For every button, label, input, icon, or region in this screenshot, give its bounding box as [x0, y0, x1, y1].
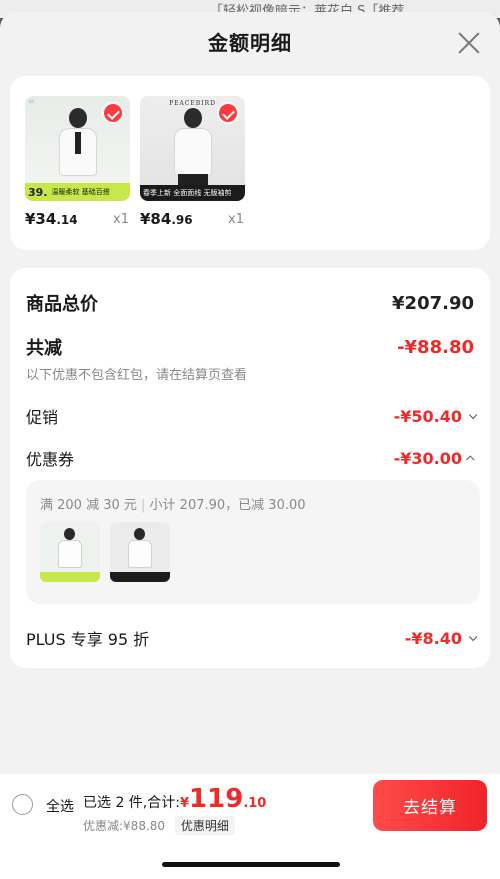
- total-currency: ¥: [179, 796, 190, 811]
- discount-detail-button[interactable]: 优惠明细: [174, 816, 235, 835]
- order-summary: 已选 2 件,合计:¥119.10: [83, 784, 266, 814]
- discount-row: 共减 -¥88.80: [26, 334, 474, 360]
- promo-value-wrap[interactable]: -¥50.40: [393, 406, 478, 426]
- plus-label: PLUS 专享 95 折: [26, 630, 150, 649]
- product-quantity: x1: [228, 212, 244, 227]
- selected-count-text: 已选 2 件,合计:: [83, 795, 180, 811]
- coupon-rule-line: 满 200 减 30 元 | 小计 207.90，已减 30.00: [40, 494, 306, 513]
- chevron-down-icon: [468, 632, 478, 642]
- coupon-value: -¥30.00: [393, 448, 462, 468]
- plus-value-wrap[interactable]: -¥8.40: [404, 628, 478, 648]
- product-quantity: x1: [113, 212, 129, 227]
- price-main: ¥84: [140, 210, 172, 228]
- product-price: ¥34.14: [25, 210, 78, 228]
- promo-label: 促销: [26, 408, 59, 427]
- check-icon: [102, 102, 124, 124]
- discount-summary: 优惠减:¥88.80 优惠明细: [83, 816, 235, 835]
- checkout-bar: 全选 已选 2 件,合计:¥119.10 优惠减:¥88.80 优惠明细 去结算: [0, 774, 500, 879]
- check-icon: [217, 102, 239, 124]
- coupon-rule: 满 200 减 30 元: [40, 498, 137, 513]
- product-item[interactable]: ▭ 39. 温暖柔软 基础百搭 ¥34.14 x1: [25, 96, 143, 228]
- discount-value: -¥88.80: [397, 336, 474, 358]
- plus-value: -¥8.40: [404, 628, 462, 648]
- band-text: 春季上新 全面面线 无版袖剪: [143, 189, 232, 197]
- price-cents: .96: [171, 213, 193, 227]
- promo-row[interactable]: 促销 -¥50.40: [26, 404, 478, 428]
- select-all-checkbox[interactable]: [12, 794, 33, 815]
- discount-note: 以下优惠不包含红包，请在结算页查看: [26, 368, 248, 383]
- plus-row[interactable]: PLUS 专享 95 折 -¥8.40: [26, 626, 478, 650]
- price-cents: .14: [56, 213, 78, 227]
- products-card: ▭ 39. 温暖柔软 基础百搭 ¥34.14 x1 PEACEBIRD 春季上新…: [10, 76, 490, 250]
- product-thumbnail[interactable]: ▭ 39. 温暖柔软 基础百搭: [25, 96, 130, 201]
- promo-value: -¥50.40: [393, 406, 462, 426]
- checkout-button[interactable]: 去结算: [373, 780, 487, 831]
- brand-logo-icon: ▭: [29, 99, 34, 105]
- band-text: 温暖柔软 基础百搭: [51, 188, 110, 196]
- coupon-subtotal: 小计 207.90，已减 30.00: [149, 498, 306, 513]
- coupon-detail-box: 满 200 减 30 元 | 小计 207.90，已减 30.00: [26, 480, 480, 604]
- product-promo-band: 春季上新 全面面线 无版袖剪: [140, 185, 245, 201]
- coupon-row[interactable]: 优惠券 -¥30.00: [26, 446, 475, 470]
- total-decimal: .10: [243, 796, 267, 811]
- discount-label: 共减: [26, 338, 62, 359]
- model-figure: [55, 108, 101, 188]
- divider: |: [141, 498, 150, 513]
- sheet-header: 金额明细: [0, 12, 500, 74]
- total-value: ¥207.90: [392, 292, 474, 314]
- model-figure: [170, 108, 216, 190]
- amount-detail-sheet: 金额明细 ▭ 39. 温暖柔软 基础百搭 ¥34.14 x1 PEACEBIRD…: [0, 12, 500, 879]
- coupon-product-thumb: [110, 522, 170, 582]
- select-all-label[interactable]: 全选: [46, 796, 74, 816]
- coupon-value-wrap[interactable]: -¥30.00: [393, 448, 475, 468]
- coupon-product-thumb: [40, 522, 100, 582]
- home-indicator: [162, 862, 340, 867]
- total-integer: 119: [189, 784, 244, 814]
- discount-text: 优惠减:¥88.80: [83, 819, 166, 833]
- price-detail-card: 商品总价 ¥207.90 共减 -¥88.80 以下优惠不包含红包，请在结算页查…: [10, 268, 490, 668]
- coupon-label: 优惠券: [26, 450, 75, 469]
- band-price: 39.: [28, 185, 48, 199]
- product-thumbnail[interactable]: PEACEBIRD 春季上新 全面面线 无版袖剪: [140, 96, 245, 201]
- price-main: ¥34: [25, 210, 57, 228]
- sheet-title: 金额明细: [208, 31, 292, 55]
- close-icon[interactable]: [458, 32, 480, 54]
- chevron-down-icon: [468, 410, 478, 420]
- total-row: 商品总价 ¥207.90: [26, 290, 474, 316]
- total-label: 商品总价: [26, 294, 98, 315]
- product-price: ¥84.96: [140, 210, 193, 228]
- chevron-up-icon: [466, 455, 475, 464]
- coupon-product-thumbs: [40, 522, 170, 582]
- product-promo-band: 39. 温暖柔软 基础百搭: [25, 183, 130, 201]
- product-item[interactable]: PEACEBIRD 春季上新 全面面线 无版袖剪 ¥84.96 x1: [140, 96, 258, 228]
